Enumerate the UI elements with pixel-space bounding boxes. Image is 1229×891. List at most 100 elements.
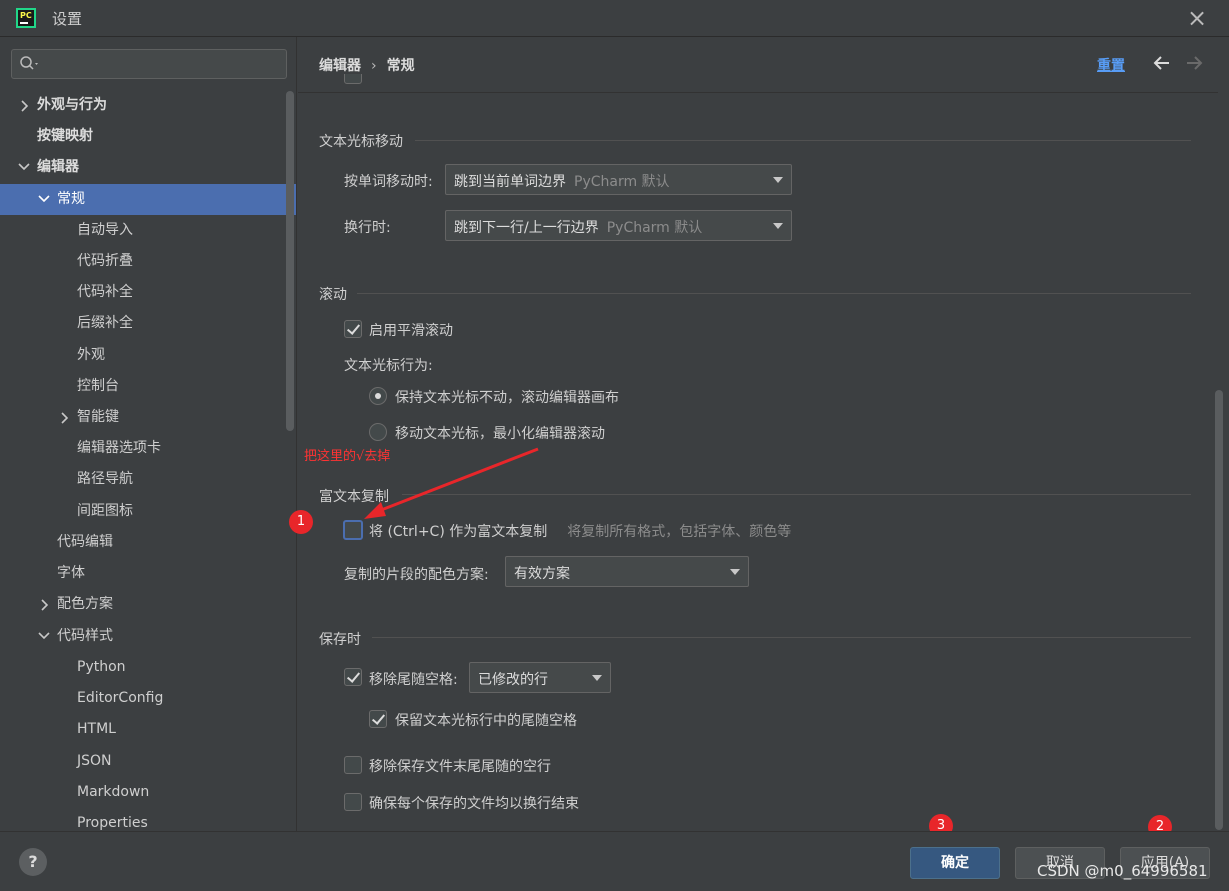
dropdown-arrow-icon: [773, 223, 783, 229]
breadcrumb-current: 常规: [386, 58, 415, 74]
rich-copy-label: 将 (Ctrl+C) 作为富文本复制 将复制所有格式，包括字体、颜色等: [369, 521, 791, 541]
section-divider: [357, 293, 1191, 294]
caret-behavior-label: 文本光标行为:: [344, 358, 433, 374]
rich-copy-label-text: 将 (Ctrl+C) 作为富文本复制: [369, 524, 548, 540]
sidebar-item-gutter-icons[interactable]: 间距图标: [0, 496, 286, 527]
sidebar-item-label: Python: [77, 659, 126, 675]
sidebar-item-json[interactable]: JSON: [0, 746, 286, 777]
copy-scheme-value: 有效方案: [514, 566, 570, 582]
cutoff-checkbox[interactable]: [344, 74, 362, 84]
line-move-select[interactable]: 跳到下一行/上一行边界 PyCharm 默认: [445, 210, 792, 241]
dropdown-arrow-icon: [773, 177, 783, 183]
move-caret-radio[interactable]: [369, 423, 387, 441]
settings-sidebar: 外观与行为 按键映射 编辑器 常规 自动导入 代码折叠 代码补全 后缀补全 外观…: [0, 37, 297, 831]
sidebar-item-label: Properties: [77, 815, 148, 831]
keep-caret-radio[interactable]: [369, 387, 387, 405]
word-move-select[interactable]: 跳到当前单词边界 PyCharm 默认: [445, 164, 792, 195]
reset-link[interactable]: 重置: [1097, 55, 1125, 75]
word-move-value: 跳到当前单词边界: [454, 174, 566, 190]
sidebar-item-label: 自动导入: [77, 222, 133, 238]
annotation-badge-1: 1: [289, 510, 313, 534]
sidebar-item-auto-import[interactable]: 自动导入: [0, 215, 286, 246]
ok-button[interactable]: 确定: [910, 847, 1000, 879]
section-divider: [415, 140, 1191, 141]
sidebar-item-properties[interactable]: Properties: [0, 808, 286, 831]
sidebar-item-console[interactable]: 控制台: [0, 371, 286, 402]
sidebar-item-code-completion[interactable]: 代码补全: [0, 277, 286, 308]
chevron-down-icon[interactable]: [37, 184, 51, 215]
section-title-caret-movement: 文本光标移动: [319, 134, 403, 150]
remove-blank-lines-checkbox[interactable]: [344, 756, 362, 774]
section-title-rich-copy: 富文本复制: [319, 489, 389, 505]
breadcrumb-parent[interactable]: 编辑器: [319, 58, 361, 74]
sidebar-item-label: 代码折叠: [77, 253, 133, 269]
remove-blank-lines-label: 移除保存文件末尾尾随的空行: [369, 759, 551, 775]
word-move-label: 按单词移动时:: [344, 174, 433, 190]
sidebar-item-code-editing[interactable]: 代码编辑: [0, 527, 286, 558]
sidebar-item-label: 后缀补全: [77, 315, 133, 331]
sidebar-item-python[interactable]: Python: [0, 652, 286, 683]
sidebar-item-smart-keys[interactable]: 智能键: [0, 402, 286, 433]
strip-trailing-value: 已修改的行: [478, 672, 548, 688]
keep-caret-spaces-checkbox[interactable]: [369, 710, 387, 728]
sidebar-item-label: 代码补全: [77, 284, 133, 300]
chevron-right-icon[interactable]: [19, 90, 33, 121]
ensure-newline-label: 确保每个保存的文件均以换行结束: [369, 796, 579, 812]
sidebar-item-code-style[interactable]: 代码样式: [0, 621, 286, 652]
annotation-text: 把这里的√去掉: [304, 449, 391, 464]
window-title: 设置: [52, 10, 83, 28]
sidebar-item-appearance[interactable]: 外观: [0, 340, 286, 371]
sidebar-item-postfix-completion[interactable]: 后缀补全: [0, 308, 286, 339]
sidebar-item-general[interactable]: 常规: [0, 184, 296, 215]
chevron-right-icon[interactable]: [39, 589, 53, 620]
content-scrollbar[interactable]: [1215, 390, 1223, 830]
sidebar-item-html[interactable]: HTML: [0, 714, 286, 745]
sidebar-item-code-folding[interactable]: 代码折叠: [0, 246, 286, 277]
sidebar-item-color-scheme[interactable]: 配色方案: [0, 589, 286, 620]
sidebar-item-breadcrumbs[interactable]: 路径导航: [0, 464, 286, 495]
dialog-footer: ? 确定 取消 应用(A): [0, 831, 1229, 891]
sidebar-item-label: 代码编辑: [57, 534, 113, 550]
section-divider: [402, 494, 1191, 495]
sidebar-item-editorconfig[interactable]: EditorConfig: [0, 683, 286, 714]
sidebar-item-label: 配色方案: [57, 596, 113, 612]
sidebar-scrollbar[interactable]: [286, 91, 294, 431]
strip-trailing-select[interactable]: 已修改的行: [469, 662, 611, 693]
breadcrumb: 编辑器 › 常规: [319, 55, 415, 75]
watermark: CSDN @m0_64996581: [1037, 862, 1208, 880]
sidebar-item-markdown[interactable]: Markdown: [0, 777, 286, 808]
chevron-down-icon[interactable]: [37, 621, 51, 652]
title-bar: PC 设置 ×: [0, 0, 1229, 37]
strip-trailing-checkbox[interactable]: [344, 668, 362, 686]
settings-content: 编辑器 › 常规 重置 文本光标移动 按单词移动时: 跳到当前单词边界 PyCharm…: [298, 37, 1229, 831]
section-title-scrolling: 滚动: [319, 287, 347, 303]
chevron-down-icon[interactable]: [17, 152, 31, 183]
ensure-newline-checkbox[interactable]: [344, 793, 362, 811]
sidebar-item-appearance-behavior[interactable]: 外观与行为: [0, 90, 286, 121]
header-divider: [298, 92, 1218, 93]
sidebar-item-label: 智能键: [77, 409, 119, 425]
pycharm-logo-icon: PC: [16, 8, 36, 28]
search-input[interactable]: [11, 49, 287, 79]
sidebar-item-editor-tabs[interactable]: 编辑器选项卡: [0, 433, 286, 464]
rich-copy-hint: 将复制所有格式，包括字体、颜色等: [567, 524, 792, 540]
sidebar-item-keymap[interactable]: 按键映射: [0, 121, 286, 152]
back-arrow-icon[interactable]: [1152, 53, 1172, 73]
sidebar-item-label: HTML: [77, 721, 116, 737]
line-move-value: 跳到下一行/上一行边界: [454, 220, 599, 236]
smooth-scroll-checkbox[interactable]: [344, 320, 362, 338]
sidebar-item-label: 代码样式: [57, 628, 113, 644]
smooth-scroll-label: 启用平滑滚动: [369, 323, 453, 339]
forward-arrow-icon[interactable]: [1184, 53, 1204, 73]
sidebar-item-editor[interactable]: 编辑器: [0, 152, 286, 183]
close-icon[interactable]: ×: [1185, 6, 1209, 30]
chevron-right-icon[interactable]: [59, 402, 73, 433]
sidebar-item-font[interactable]: 字体: [0, 558, 286, 589]
help-button[interactable]: ?: [19, 848, 47, 876]
rich-copy-checkbox[interactable]: [343, 520, 363, 540]
copy-scheme-select[interactable]: 有效方案: [505, 556, 749, 587]
move-caret-label: 移动文本光标，最小化编辑器滚动: [395, 426, 605, 442]
cutoff-row: [344, 74, 544, 84]
breadcrumb-separator: ›: [371, 58, 377, 74]
dropdown-arrow-icon: [592, 675, 602, 681]
